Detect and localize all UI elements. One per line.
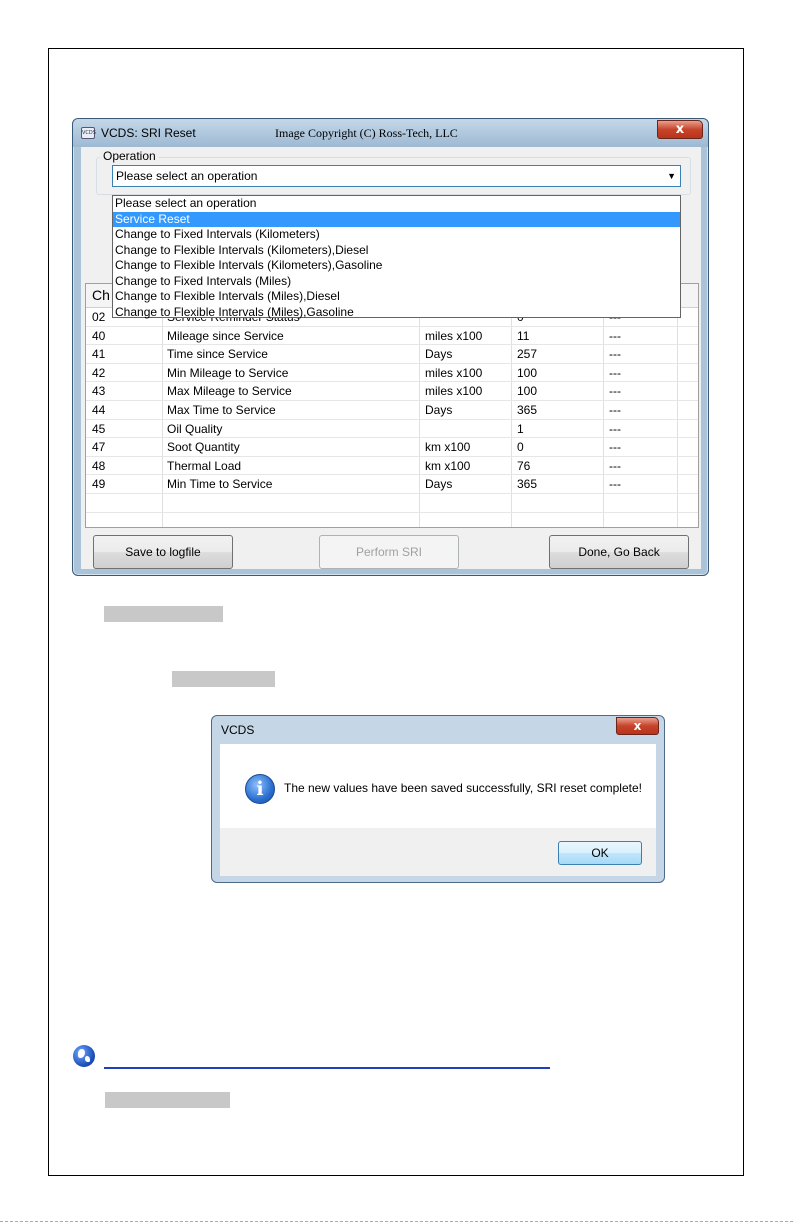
- table-cell-name: Min Mileage to Service: [167, 365, 289, 380]
- table-cell-name: Mileage since Service: [167, 328, 284, 343]
- dropdown-option[interactable]: Service Reset: [113, 211, 680, 227]
- table-cell-extra: ---: [609, 421, 621, 436]
- success-message-dialog: VCDS x i The new values have been saved …: [211, 715, 665, 883]
- title-bar[interactable]: VCDS VCDS: SRI Reset Image Copyright (C)…: [73, 119, 708, 147]
- table-cell-extra: ---: [609, 458, 621, 473]
- dialog-close-button[interactable]: x: [616, 717, 659, 735]
- dropdown-option[interactable]: Change to Fixed Intervals (Kilometers): [113, 227, 680, 243]
- vcds-app-icon: VCDS: [81, 127, 96, 139]
- table-row[interactable]: 49 Min Time to Service Days 365 ---: [86, 475, 698, 494]
- table-cell-name: Time since Service: [167, 347, 268, 362]
- table-row[interactable]: 41 Time since Service Days 257 ---: [86, 345, 698, 364]
- table-cell-extra: ---: [609, 403, 621, 417]
- dialog-body: i The new values have been saved success…: [220, 744, 656, 828]
- table-cell-ch: 42: [92, 365, 106, 380]
- window-client-area: Operation Please select an operation ▼ P…: [81, 147, 701, 569]
- dropdown-option[interactable]: Change to Fixed Intervals (Miles): [113, 274, 680, 290]
- page-bottom-edge: [0, 1221, 793, 1222]
- operation-select[interactable]: Please select an operation ▼: [112, 165, 681, 187]
- dialog-footer: OK: [220, 828, 656, 876]
- table-row[interactable]: 43 Max Mileage to Service miles x100 100 ---: [86, 382, 698, 401]
- dialog-title: VCDS: [221, 723, 255, 737]
- close-button[interactable]: x: [657, 120, 703, 139]
- table-cell-ch: 41: [92, 347, 106, 362]
- table-row-empty: [86, 494, 698, 513]
- table-cell-value: 365: [517, 477, 538, 492]
- operation-selected-value: Please select an operation: [116, 169, 258, 183]
- dropdown-option[interactable]: Change to Flexible Intervals (Miles),Die…: [113, 289, 680, 305]
- table-cell-unit: Days: [425, 477, 453, 492]
- table-cell-ch: 48: [92, 458, 106, 473]
- operation-dropdown-list: Please select an operation Service Reset C…: [112, 195, 681, 321]
- window-title: VCDS: SRI Reset: [101, 126, 196, 140]
- globe-icon: [73, 1045, 95, 1067]
- table-cell-value: 1: [517, 421, 524, 436]
- table-cell-extra: ---: [609, 440, 621, 455]
- dropdown-option[interactable]: Change to Flexible Intervals (Miles),Gas…: [113, 305, 680, 321]
- table-cell-unit: km x100: [425, 440, 471, 455]
- table-row[interactable]: 44 Max Time to Service Days 365 ---: [86, 401, 698, 420]
- table-cell-ch: 49: [92, 477, 106, 492]
- table-row[interactable]: 45 Oil Quality 1 ---: [86, 420, 698, 439]
- table-cell-ch: 47: [92, 440, 106, 455]
- redacted-text-bar: [105, 1092, 230, 1108]
- table-cell-unit: miles x100: [425, 365, 483, 380]
- table-cell-value: 0: [517, 440, 524, 455]
- table-cell-value: 257: [517, 347, 538, 362]
- redacted-text-bar: [172, 671, 275, 687]
- table-cell-ch: 40: [92, 328, 106, 343]
- ok-button[interactable]: OK: [558, 841, 642, 865]
- table-cell-name: Thermal Load: [167, 458, 242, 473]
- dropdown-option[interactable]: Change to Flexible Intervals (Kilometers…: [113, 243, 680, 259]
- table-cell-unit: miles x100: [425, 328, 483, 343]
- operation-legend: Operation: [100, 149, 159, 163]
- table-cell-extra: ---: [609, 328, 621, 343]
- dropdown-option[interactable]: Please select an operation: [113, 196, 680, 212]
- table-row[interactable]: 48 Thermal Load km x100 76 ---: [86, 457, 698, 476]
- table-cell-name: Soot Quantity: [167, 440, 240, 455]
- chevron-down-icon[interactable]: ▼: [667, 166, 676, 186]
- table-cell-ch: 02: [92, 310, 106, 324]
- table-cell-value: 100: [517, 384, 538, 399]
- hyperlink[interactable]: [104, 1067, 550, 1069]
- redacted-text-bar: [104, 606, 223, 622]
- table-cell-unit: km x100: [425, 458, 471, 473]
- table-row-empty: [86, 513, 698, 527]
- table-cell-extra: ---: [609, 477, 621, 492]
- perform-sri-button[interactable]: Perform SRI: [319, 535, 459, 569]
- table-row[interactable]: 42 Min Mileage to Service miles x100 100 ---: [86, 364, 698, 383]
- sri-reset-window: VCDS VCDS: SRI Reset Image Copyright (C)…: [72, 118, 709, 576]
- table-row[interactable]: 47 Soot Quantity km x100 0 ---: [86, 438, 698, 457]
- table-cell-unit: Days: [425, 347, 453, 362]
- table-cell-value: 11: [517, 328, 530, 343]
- table-cell-ch: 44: [92, 403, 106, 417]
- dropdown-option[interactable]: Change to Flexible Intervals (Kilometers…: [113, 258, 680, 274]
- table-cell-extra: ---: [609, 365, 621, 380]
- table-row[interactable]: 40 Mileage since Service miles x100 11 ---: [86, 327, 698, 346]
- table-cell-extra: ---: [609, 347, 621, 362]
- info-icon: i: [245, 774, 275, 804]
- table-cell-extra: ---: [609, 384, 621, 399]
- table-cell-value: 365: [517, 403, 538, 417]
- table-cell-name: Max Time to Service: [167, 403, 276, 417]
- table-cell-value: 100: [517, 365, 538, 380]
- table-cell-unit: Days: [425, 403, 453, 417]
- table-cell-unit: miles x100: [425, 384, 483, 399]
- copyright-notice: Image Copyright (C) Ross-Tech, LLC: [275, 126, 458, 140]
- table-cell-ch: 45: [92, 421, 106, 436]
- table-cell-ch: 43: [92, 384, 106, 399]
- header-channel: Ch: [92, 287, 110, 303]
- table-cell-name: Max Mileage to Service: [167, 384, 292, 399]
- table-cell-name: Oil Quality: [167, 421, 223, 436]
- done-go-back-button[interactable]: Done, Go Back: [549, 535, 689, 569]
- table-cell-name: Min Time to Service: [167, 477, 273, 492]
- dialog-message: The new values have been saved successfu…: [284, 781, 642, 795]
- save-to-logfile-button[interactable]: Save to logfile: [93, 535, 233, 569]
- table-cell-value: 76: [517, 458, 531, 473]
